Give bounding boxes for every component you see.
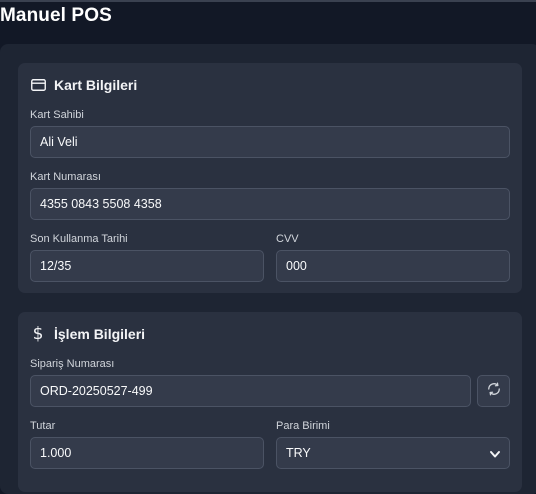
amount-label: Tutar: [30, 420, 56, 432]
top-border: [0, 0, 536, 2]
order-label: Sipariş Numarası: [30, 358, 115, 370]
dollar-icon: $: [32, 324, 44, 344]
card-info-header: Kart Bilgileri: [30, 77, 137, 93]
expiry-label: Son Kullanma Tarihi: [30, 233, 128, 245]
page-title: Manuel POS: [0, 5, 112, 26]
currency-select[interactable]: TRY: [276, 437, 510, 469]
transaction-title: İşlem Bilgileri: [54, 326, 146, 342]
currency-label: Para Birimi: [276, 420, 330, 432]
amount-input[interactable]: 1.000: [30, 437, 264, 469]
card-holder-value: Ali Veli: [40, 135, 78, 149]
currency-value: TRY: [286, 446, 311, 460]
holder-label: Kart Sahibi: [30, 109, 84, 121]
transaction-section: $ İşlem Bilgileri Sipariş Numarası ORD-2…: [18, 312, 522, 492]
chevron-down-icon: [489, 448, 501, 460]
card-info-section: Kart Bilgileri Kart Sahibi Ali Veli Kart…: [18, 63, 522, 293]
card-info-title: Kart Bilgileri: [54, 77, 138, 93]
card-number-value: 4355 0843 5508 4358: [40, 197, 162, 211]
expiry-input[interactable]: 12/35: [30, 250, 264, 282]
credit-card-icon: [30, 77, 46, 93]
cvv-value: 000: [286, 259, 307, 273]
number-label: Kart Numarası: [30, 171, 101, 183]
cvv-label: CVV: [276, 233, 299, 245]
refresh-icon: [487, 382, 501, 401]
card-number-input[interactable]: 4355 0843 5508 4358: [30, 188, 510, 220]
cvv-input[interactable]: 000: [276, 250, 510, 282]
amount-value: 1.000: [40, 446, 72, 460]
card-holder-input[interactable]: Ali Veli: [30, 126, 510, 158]
expiry-value: 12/35: [40, 259, 72, 273]
transaction-header: $ İşlem Bilgileri: [30, 324, 146, 344]
refresh-order-button[interactable]: [477, 375, 510, 407]
order-number-value: ORD-20250527-499: [40, 384, 153, 398]
order-number-input[interactable]: ORD-20250527-499: [30, 375, 471, 407]
